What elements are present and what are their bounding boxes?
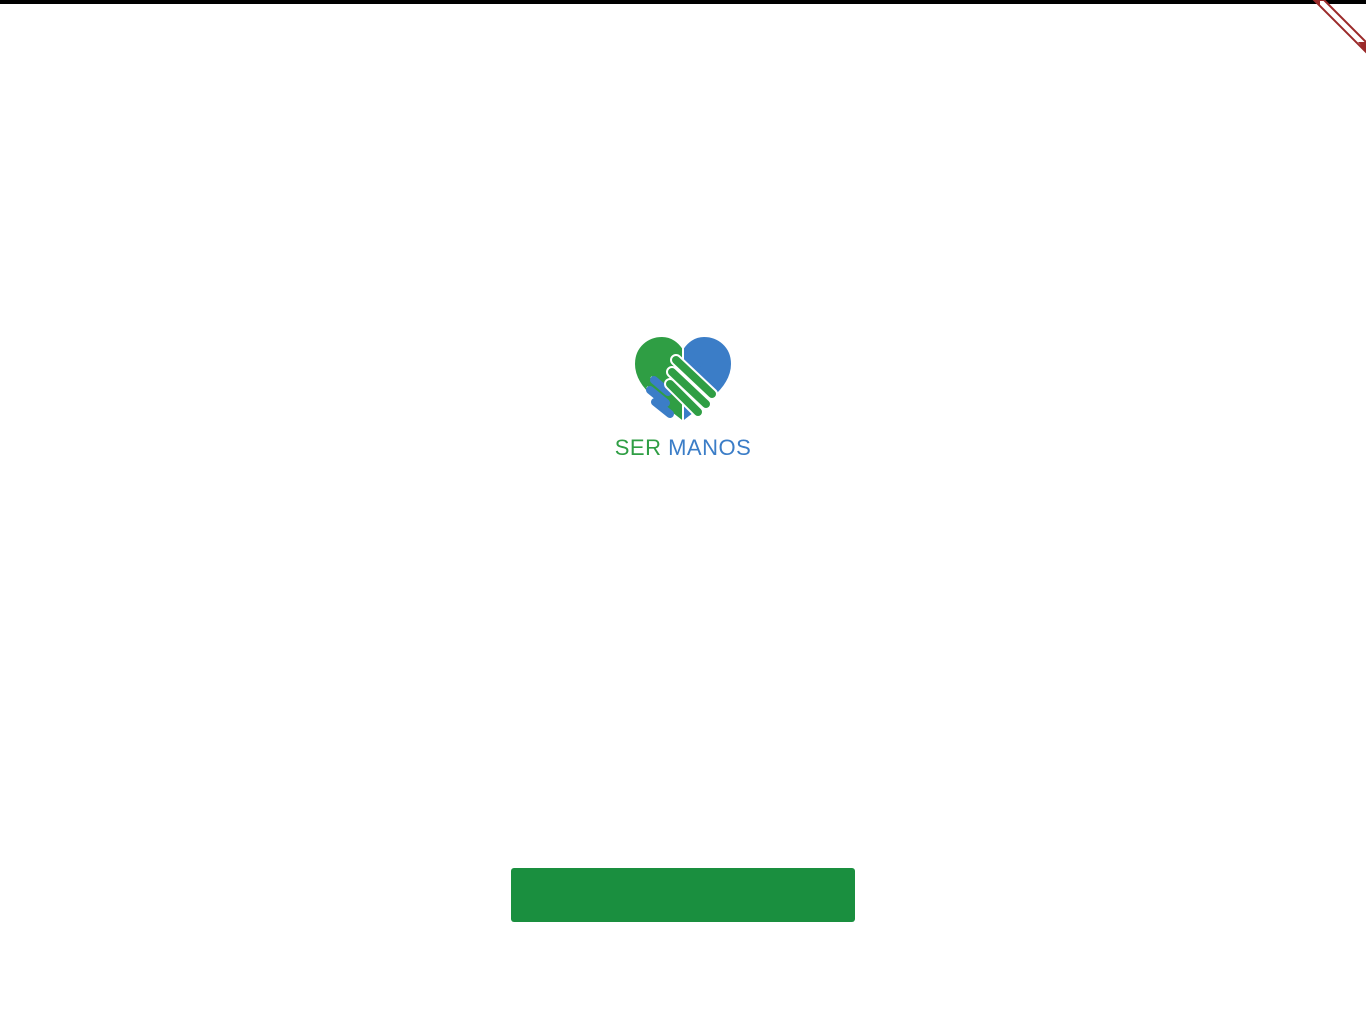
logo: SER MANOS — [0, 330, 1366, 460]
brand-name-ser: SER — [614, 435, 662, 460]
corner-ribbon — [1306, 0, 1366, 60]
ribbon-icon — [1312, 0, 1366, 54]
primary-action-button[interactable] — [511, 868, 855, 922]
heart-handshake-icon — [632, 334, 734, 425]
top-bar — [0, 0, 1366, 4]
brand-name: SER MANOS — [615, 436, 752, 460]
brand-name-manos: MANOS — [668, 435, 752, 460]
